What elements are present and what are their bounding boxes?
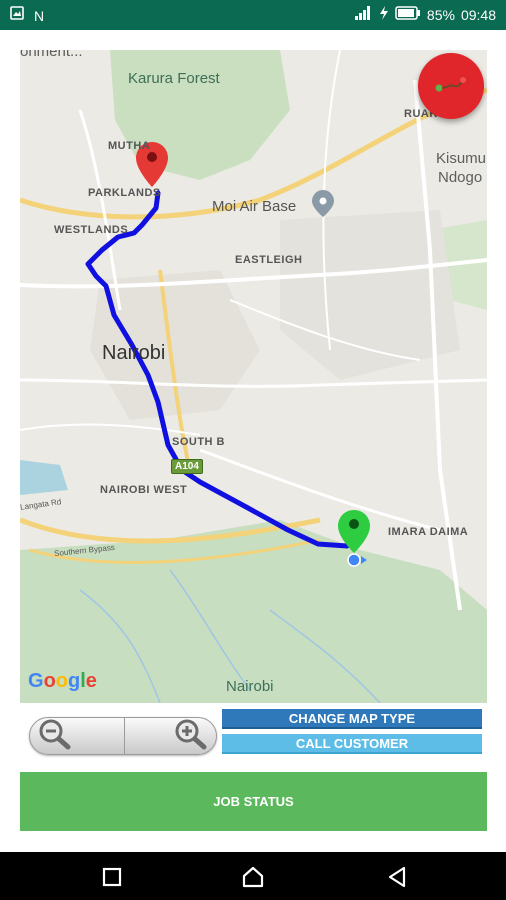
google-attribution-logo: Google: [28, 670, 97, 692]
job-status-button[interactable]: JOB STATUS: [20, 772, 487, 831]
map-label-environment: onment...: [20, 50, 83, 60]
route-icon: [434, 74, 468, 99]
map-label-parklands: PARKLANDS: [88, 187, 161, 199]
map-label-ndogo: Ndogo: [438, 169, 483, 186]
map-label-muthaiga: MUTHA: [108, 140, 151, 152]
map-label-nairobi: Nairobi: [102, 342, 166, 364]
signal-icon: [354, 6, 373, 23]
map-label-south-b: SOUTH B: [172, 436, 225, 448]
map-label-imara-daima: IMARA DAIMA: [388, 526, 469, 538]
clock-time: 09:48: [460, 6, 496, 23]
map-label-nairobi-west: NAIROBI WEST: [100, 484, 188, 496]
zoom-in-button[interactable]: [125, 718, 217, 754]
zoom-out-icon: [38, 718, 74, 755]
home-icon: [242, 866, 264, 888]
change-map-type-button[interactable]: CHANGE MAP TYPE: [222, 709, 482, 729]
map-label-westlands: WESTLANDS: [54, 224, 129, 236]
back-triangle-icon: [388, 866, 406, 888]
route-fab-button[interactable]: [418, 53, 484, 119]
charging-bolt-icon: [379, 6, 389, 23]
recent-apps-button[interactable]: [99, 864, 125, 890]
back-button[interactable]: [384, 864, 410, 890]
map-view[interactable]: onment... Karura Forest MUTHA PARKLANDS …: [20, 50, 487, 703]
map-label-nairobi-national-park: Nairobi: [226, 678, 274, 695]
road-shield-a104: A104: [171, 459, 203, 474]
call-customer-button[interactable]: CALL CUSTOMER: [222, 734, 482, 754]
zoom-in-icon: [174, 718, 210, 755]
map-label-eastleigh: EASTLEIGH: [235, 254, 303, 266]
map-canvas: [20, 50, 487, 703]
image-icon: [10, 6, 24, 25]
map-label-kisumu: Kisumu: [436, 150, 487, 167]
notification-letter: N: [34, 7, 45, 24]
square-icon: [102, 867, 122, 887]
map-label-moi-air-base: Moi Air Base: [212, 198, 297, 215]
battery-percent: 85%: [426, 6, 455, 23]
zoom-controls: [29, 717, 217, 755]
map-label-karura-forest: Karura Forest: [128, 70, 220, 87]
home-button[interactable]: [240, 864, 266, 890]
status-bar: N 85% 09:48: [0, 0, 506, 30]
battery-icon: [395, 6, 421, 23]
system-navigation-bar: [0, 852, 506, 900]
zoom-out-button[interactable]: [30, 718, 125, 754]
